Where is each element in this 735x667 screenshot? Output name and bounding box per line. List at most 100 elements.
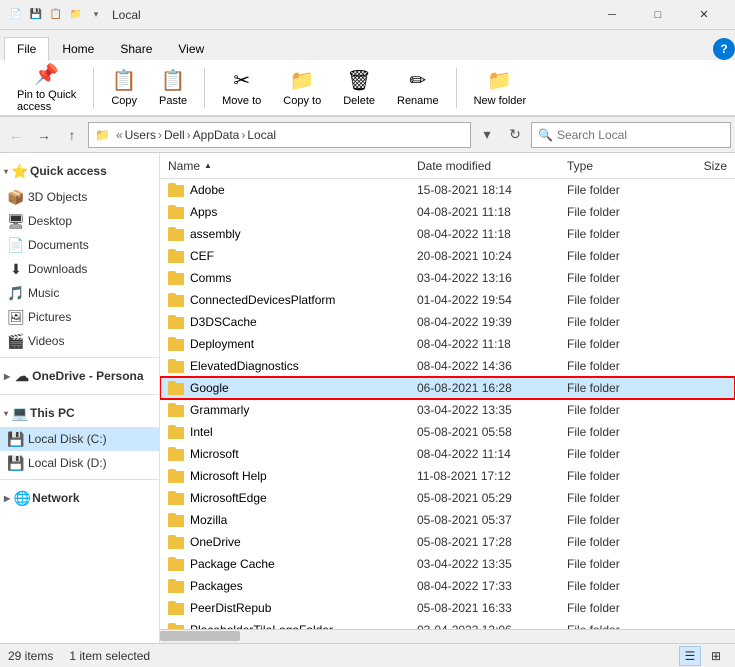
- maximize-button[interactable]: □: [635, 0, 681, 30]
- sidebar-divider-3: [0, 479, 159, 480]
- file-type: File folder: [567, 579, 667, 593]
- table-row[interactable]: Packages08-04-2022 17:33File folder: [160, 575, 735, 597]
- table-row[interactable]: Microsoft Help11-08-2021 17:12File folde…: [160, 465, 735, 487]
- table-row[interactable]: Mozilla05-08-2021 05:37File folder: [160, 509, 735, 531]
- sidebar-header-network[interactable]: ▶ 🌐 Network: [0, 484, 159, 512]
- file-area: Name ▲ Date modified Type Size Adobe15-0…: [160, 153, 735, 643]
- chevron-thispc: ▾: [4, 409, 8, 418]
- title-icon-3: 📋: [48, 7, 64, 23]
- h-scroll-bar[interactable]: [160, 630, 735, 643]
- dropdown-path-button[interactable]: ▾: [475, 123, 499, 147]
- sidebar-item-videos[interactable]: 🎬 Videos: [0, 329, 159, 353]
- file-date: 06-08-2021 16:28: [417, 381, 567, 395]
- sidebar-item-local-disk-c[interactable]: 💾 Local Disk (C:): [0, 427, 159, 451]
- horizontal-scrollbar[interactable]: [160, 629, 735, 643]
- title-dropdown-icon[interactable]: ▾: [88, 7, 104, 23]
- rename-icon: ✏: [409, 68, 426, 93]
- table-row[interactable]: PlaceholderTileLogoFolder03-04-2022 13:0…: [160, 619, 735, 629]
- file-type: File folder: [567, 337, 667, 351]
- sidebar-header-thispc[interactable]: ▾ 💻 This PC: [0, 399, 159, 427]
- up-button[interactable]: ↑: [60, 123, 84, 147]
- main-layout: ▾ ⭐ Quick access 📦 3D Objects 🖥 Desktop …: [0, 153, 735, 643]
- col-header-size[interactable]: Size: [667, 159, 727, 173]
- table-row[interactable]: Google06-08-2021 16:28File folder: [160, 377, 735, 399]
- col-header-date[interactable]: Date modified: [417, 159, 567, 173]
- folder-icon: [168, 425, 184, 439]
- ribbon-move-button[interactable]: ✂ Move to: [213, 63, 270, 112]
- sidebar-item-3d-objects[interactable]: 📦 3D Objects: [0, 185, 159, 209]
- minimize-button[interactable]: ─: [589, 0, 635, 30]
- sidebar-localdiskd-label: Local Disk (D:): [28, 456, 107, 470]
- ribbon-newfolder-button[interactable]: 📁 New folder: [465, 63, 536, 112]
- sidebar-music-label: Music: [28, 286, 59, 300]
- ribbon-paste-button[interactable]: 📋 Paste: [150, 63, 196, 112]
- help-button[interactable]: ?: [713, 38, 735, 60]
- file-type: File folder: [567, 293, 667, 307]
- folder-icon: [168, 271, 184, 285]
- ribbon-copyto-button[interactable]: 📁 Copy to: [274, 63, 330, 112]
- table-row[interactable]: D3DSCache08-04-2022 19:39File folder: [160, 311, 735, 333]
- col-header-type[interactable]: Type: [567, 159, 667, 173]
- sidebar-item-pictures[interactable]: 🖼 Pictures: [0, 305, 159, 329]
- table-row[interactable]: PeerDistRepub05-08-2021 16:33File folder: [160, 597, 735, 619]
- pin-label: Pin to Quickaccess: [17, 89, 76, 113]
- folder-icon: [168, 557, 184, 571]
- table-row[interactable]: Microsoft08-04-2022 11:14File folder: [160, 443, 735, 465]
- table-row[interactable]: ConnectedDevicesPlatform01-04-2022 19:54…: [160, 289, 735, 311]
- folder-icon: [168, 469, 184, 483]
- col-date-label: Date modified: [417, 159, 491, 173]
- search-input[interactable]: [557, 128, 724, 142]
- close-button[interactable]: ✕: [681, 0, 727, 30]
- file-type: File folder: [567, 557, 667, 571]
- tab-view[interactable]: View: [165, 37, 217, 60]
- table-row[interactable]: Deployment08-04-2022 11:18File folder: [160, 333, 735, 355]
- file-date: 08-04-2022 11:18: [417, 227, 567, 241]
- forward-button[interactable]: →: [32, 123, 56, 147]
- network-icon: 🌐: [14, 490, 30, 506]
- sidebar-network-label: Network: [32, 491, 79, 505]
- title-bar: 📄 💾 📋 📁 ▾ Local ─ □ ✕: [0, 0, 735, 30]
- folder-icon: [168, 403, 184, 417]
- folder-icon: [168, 601, 184, 615]
- back-button[interactable]: ←: [4, 123, 28, 147]
- table-row[interactable]: Intel05-08-2021 05:58File folder: [160, 421, 735, 443]
- file-type: File folder: [567, 249, 667, 263]
- ribbon-delete-button[interactable]: 🗑 Delete: [334, 63, 384, 112]
- address-path[interactable]: 📁 « Users › Dell › AppData › Local: [88, 122, 471, 148]
- sidebar-item-downloads[interactable]: ⬇ Downloads: [0, 257, 159, 281]
- col-header-name[interactable]: Name ▲: [168, 159, 417, 173]
- ribbon-rename-button[interactable]: ✏ Rename: [388, 63, 448, 112]
- sidebar-header-quick-access[interactable]: ▾ ⭐ Quick access: [0, 157, 159, 185]
- view-icons-button[interactable]: ⊞: [705, 646, 727, 666]
- ribbon-pin-button[interactable]: 📌 Pin to Quickaccess: [8, 57, 85, 118]
- h-scroll-thumb[interactable]: [160, 631, 240, 641]
- table-row[interactable]: assembly08-04-2022 11:18File folder: [160, 223, 735, 245]
- table-row[interactable]: Package Cache03-04-2022 13:35File folder: [160, 553, 735, 575]
- sidebar-item-local-disk-d[interactable]: 💾 Local Disk (D:): [0, 451, 159, 475]
- file-date: 04-08-2021 11:18: [417, 205, 567, 219]
- table-row[interactable]: Comms03-04-2022 13:16File folder: [160, 267, 735, 289]
- ribbon-copy-button[interactable]: 📋 Copy: [102, 63, 146, 112]
- table-row[interactable]: MicrosoftEdge05-08-2021 05:29File folder: [160, 487, 735, 509]
- table-row[interactable]: ElevatedDiagnostics08-04-2022 14:36File …: [160, 355, 735, 377]
- table-row[interactable]: Adobe15-08-2021 18:14File folder: [160, 179, 735, 201]
- music-icon: 🎵: [8, 285, 24, 301]
- sidebar-quickaccess-label: Quick access: [30, 164, 107, 178]
- table-row[interactable]: Grammarly03-04-2022 13:35File folder: [160, 399, 735, 421]
- sidebar-item-desktop[interactable]: 🖥 Desktop: [0, 209, 159, 233]
- table-row[interactable]: Apps04-08-2021 11:18File folder: [160, 201, 735, 223]
- table-row[interactable]: OneDrive05-08-2021 17:28File folder: [160, 531, 735, 553]
- view-details-button[interactable]: ☰: [679, 646, 701, 666]
- title-folder-icon: 📁: [68, 7, 84, 23]
- path-dell: Dell: [164, 128, 185, 142]
- sidebar-header-onedrive[interactable]: ▶ ☁ OneDrive - Persona: [0, 362, 159, 390]
- tab-share[interactable]: Share: [107, 37, 165, 60]
- folder-icon: [168, 381, 184, 395]
- pictures-icon: 🖼: [8, 309, 24, 325]
- table-row[interactable]: CEF20-08-2021 10:24File folder: [160, 245, 735, 267]
- refresh-button[interactable]: ↻: [503, 123, 527, 147]
- sidebar-item-documents[interactable]: 📄 Documents: [0, 233, 159, 257]
- sidebar-divider-1: [0, 357, 159, 358]
- sidebar-item-music[interactable]: 🎵 Music: [0, 281, 159, 305]
- quickaccess-icon: ⭐: [12, 163, 28, 179]
